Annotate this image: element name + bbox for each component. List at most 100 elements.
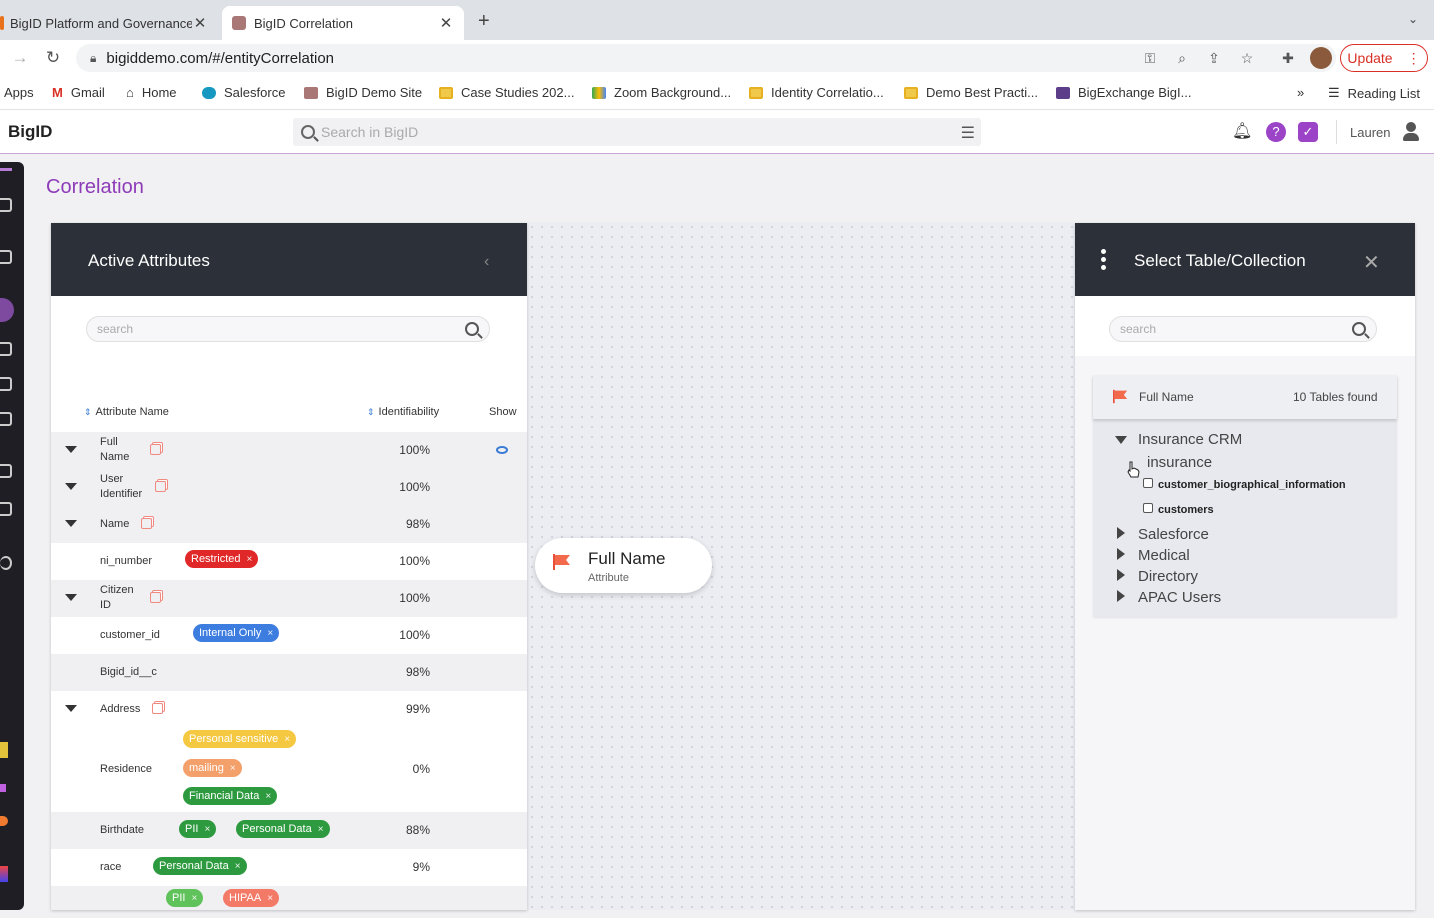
global-search-input[interactable] xyxy=(321,124,921,140)
attribute-row[interactable]: customer_id Internal Only × 100% xyxy=(51,617,527,654)
bookmark-bigid-demo[interactable]: BigID Demo Site xyxy=(304,85,422,100)
expand-caret-icon[interactable] xyxy=(65,446,77,453)
documents-icon[interactable] xyxy=(0,502,12,516)
correlation-nav-icon[interactable] xyxy=(0,298,14,322)
policies-icon[interactable] xyxy=(0,412,12,426)
copy-icon[interactable] xyxy=(155,481,166,492)
app-grid-icon[interactable] xyxy=(0,866,8,882)
expand-caret-icon[interactable] xyxy=(1115,436,1127,444)
attributes-search-input[interactable] xyxy=(97,322,465,336)
table-checkbox[interactable] xyxy=(1143,478,1153,488)
tag-remove-icon[interactable]: × xyxy=(247,554,253,565)
attribute-row[interactable]: race Personal Data × 9% xyxy=(51,849,527,886)
tag-remove-icon[interactable]: × xyxy=(230,763,236,774)
bookmark-star-icon[interactable]: ☆ xyxy=(1238,50,1256,67)
expand-caret-icon[interactable] xyxy=(1117,569,1125,581)
forward-icon[interactable]: → xyxy=(10,48,30,68)
bookmark-zoom-bg[interactable]: Zoom Background... xyxy=(592,85,731,100)
expand-caret-icon[interactable] xyxy=(1117,527,1125,539)
update-button[interactable]: Update ⋮ xyxy=(1340,44,1428,72)
tag-internal-only[interactable]: Internal Only × xyxy=(193,624,280,642)
tag-pii[interactable]: PII × xyxy=(166,889,204,907)
browser-tab-platform[interactable]: BigID Platform and Governance ✕ xyxy=(0,6,218,40)
tag-hipaa[interactable]: HIPAA × xyxy=(223,889,280,907)
attribute-row[interactable]: Residence Personal sensitive × mailing × F… xyxy=(51,728,527,816)
new-tab-icon[interactable]: + xyxy=(478,10,490,33)
settings-gear-icon[interactable] xyxy=(0,556,12,570)
bookmark-apps[interactable]: Apps xyxy=(4,85,34,100)
expand-caret-icon[interactable] xyxy=(65,594,77,601)
reports-icon[interactable] xyxy=(0,250,12,264)
bookmark-gmail[interactable]: M Gmail xyxy=(52,85,105,100)
profile-avatar[interactable] xyxy=(1310,47,1332,69)
tag-pii[interactable]: PII × xyxy=(179,820,217,838)
tag-financial-data[interactable]: Financial Data × xyxy=(183,787,278,805)
attribute-row[interactable]: ni_number Restricted × 100% xyxy=(51,543,527,580)
attribute-row[interactable]: Citizen ID 100% xyxy=(51,580,527,617)
app-yellow-icon[interactable] xyxy=(0,742,8,758)
attribute-row[interactable]: Name 98% xyxy=(51,506,527,543)
tag-restricted[interactable]: Restricted × xyxy=(185,550,259,568)
key-icon[interactable]: ⚿ xyxy=(1141,50,1159,67)
bookmark-bigexchange[interactable]: BigExchange BigI... xyxy=(1056,85,1191,100)
eye-show-icon[interactable] xyxy=(496,446,508,454)
tag-personal-sensitive[interactable]: Personal sensitive × xyxy=(183,730,297,748)
tag-remove-icon[interactable]: × xyxy=(265,791,271,802)
tag-remove-icon[interactable]: × xyxy=(267,628,273,639)
copy-icon[interactable] xyxy=(152,703,163,714)
tag-remove-icon[interactable]: × xyxy=(191,893,197,904)
tools-icon[interactable] xyxy=(0,464,12,478)
tag-remove-icon[interactable]: × xyxy=(235,861,241,872)
attribute-row[interactable]: PII × HIPAA × xyxy=(51,886,527,910)
tag-personal-data[interactable]: Personal Data × xyxy=(236,820,330,838)
copy-icon[interactable] xyxy=(150,592,161,603)
attribute-row[interactable]: Bigid_id__c 98% xyxy=(51,654,527,691)
tag-remove-icon[interactable]: × xyxy=(204,824,210,835)
close-tab-icon[interactable]: ✕ xyxy=(192,14,208,32)
copy-icon[interactable] xyxy=(141,518,152,529)
global-search[interactable]: ☰ xyxy=(293,118,981,146)
more-bookmarks-icon[interactable]: » xyxy=(1297,85,1304,100)
bookmark-home[interactable]: ⌂ Home xyxy=(126,85,177,100)
tasks-check-icon[interactable]: ✓ xyxy=(1298,122,1318,142)
collapse-chevron-left-icon[interactable]: ‹ xyxy=(484,253,489,271)
user-avatar-icon[interactable] xyxy=(1403,122,1419,142)
bookmark-demo-best[interactable]: Demo Best Practi... xyxy=(904,85,1038,100)
tag-personal-data[interactable]: Personal Data × xyxy=(153,857,247,875)
expand-caret-icon[interactable] xyxy=(1117,548,1125,560)
tag-remove-icon[interactable]: × xyxy=(318,824,324,835)
expand-caret-icon[interactable] xyxy=(65,520,77,527)
table-search-input[interactable] xyxy=(1120,322,1352,336)
expand-caret-icon[interactable] xyxy=(65,483,77,490)
panel-menu-kebab-icon[interactable] xyxy=(1101,249,1107,273)
catalog-icon[interactable] xyxy=(0,377,12,391)
bell-icon[interactable]: 🔔︎ xyxy=(1232,122,1252,142)
bookmark-case-studies[interactable]: Case Studies 202... xyxy=(439,85,574,100)
tag-mailing[interactable]: mailing × xyxy=(183,759,242,777)
app-orange-icon[interactable] xyxy=(0,816,8,826)
expand-caret-icon[interactable] xyxy=(1117,590,1125,602)
expand-caret-icon[interactable] xyxy=(65,705,77,712)
tab-search-chevron-icon[interactable]: ⌄ xyxy=(1408,12,1418,26)
attribute-row[interactable]: Full Name 100% xyxy=(51,432,527,469)
zoom-icon[interactable]: ⌕ xyxy=(1173,50,1191,67)
user-name[interactable]: Lauren xyxy=(1350,125,1390,140)
tag-remove-icon[interactable]: × xyxy=(284,734,290,745)
attribute-row[interactable]: Address 99% xyxy=(51,691,527,728)
browser-tab-correlation[interactable]: BigID Correlation ✕ xyxy=(222,6,464,40)
reload-icon[interactable]: ↻ xyxy=(43,48,63,68)
full-name-attribute-node[interactable]: Full Name Attribute xyxy=(535,538,712,593)
table-checkbox[interactable] xyxy=(1143,503,1153,513)
copy-icon[interactable] xyxy=(150,444,161,455)
attributes-search-box[interactable] xyxy=(86,316,490,342)
close-icon[interactable]: ✕ xyxy=(1363,250,1380,275)
close-tab-icon[interactable]: ✕ xyxy=(438,14,454,32)
tag-remove-icon[interactable]: × xyxy=(267,893,273,904)
dashboard-icon[interactable] xyxy=(0,198,12,212)
extensions-icon[interactable]: ✚ xyxy=(1279,50,1297,67)
bigid-logo[interactable]: BigID xyxy=(8,122,52,142)
col-identifiability[interactable]: ⇕ Identifiability xyxy=(367,406,439,418)
filter-sliders-icon[interactable]: ☰ xyxy=(961,123,975,143)
help-icon[interactable]: ? xyxy=(1266,122,1286,142)
app-purple-icon[interactable] xyxy=(0,784,6,792)
